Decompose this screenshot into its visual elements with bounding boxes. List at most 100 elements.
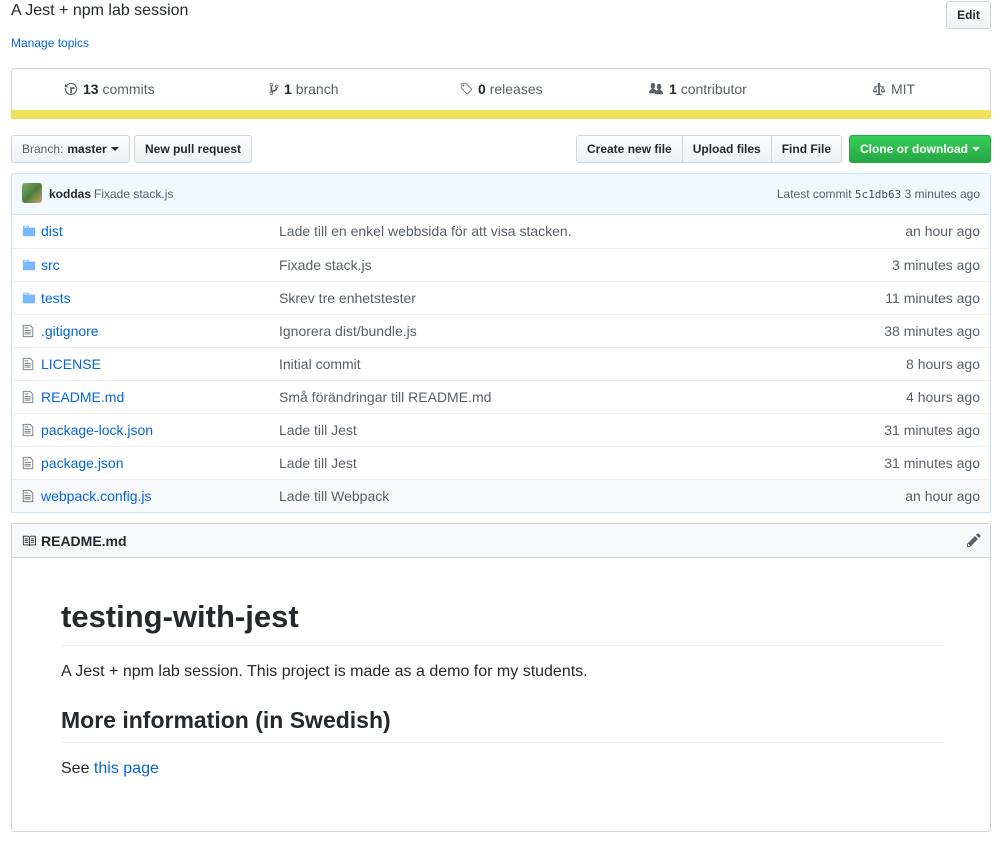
license-label: MIT [891,81,916,97]
file-icon [22,357,34,371]
contributors-link[interactable]: 1 contributor [648,81,747,97]
file-actions-group: Create new file Upload files Find File [576,135,843,163]
latest-commit-info: Latest commit 5c1db63 3 minutes ago [777,187,980,201]
clone-label: Clone or download [860,142,968,156]
file-row: src Fixade stack.js 3 minutes ago [12,248,990,281]
file-age: 11 minutes ago [885,290,980,306]
branch-select-button[interactable]: Branch: master [11,135,130,163]
branches-link[interactable]: 1 branch [269,81,339,97]
book-icon [22,535,36,547]
contributors-label: contributor [680,81,747,97]
commits-label: commits [102,81,155,97]
repo-description: A Jest + npm lab session [11,2,189,19]
file-row: webpack.config.js Lade till Webpack an h… [12,479,990,512]
readme-filename: README.md [41,533,127,549]
latest-commit-prefix: Latest commit [776,187,852,201]
file-name-link[interactable]: dist [41,223,63,239]
file-row: package-lock.json Lade till Jest 31 minu… [12,413,990,446]
file-age: 3 minutes ago [892,257,980,273]
branch-icon [269,82,279,96]
file-name-link[interactable]: README.md [41,389,124,405]
file-age: an hour ago [905,223,980,239]
license-link[interactable]: MIT [872,81,915,97]
file-row: .gitignore Ignorera dist/bundle.js 38 mi… [12,314,990,347]
file-age: an hour ago [905,488,980,504]
law-icon [872,82,886,96]
folder-icon [22,225,36,237]
tag-icon [460,82,473,95]
file-icon [22,456,34,470]
language-bar [11,110,991,119]
branches-label: branch [295,81,339,97]
file-list: dist Lade till en enkel webbsida för att… [11,215,991,513]
people-icon [649,82,663,95]
file-name-link[interactable]: src [41,257,60,273]
file-commit-message[interactable]: Fixade stack.js [279,257,372,273]
file-age: 38 minutes ago [884,323,980,339]
contributors-count: 1 [669,81,677,97]
file-age: 4 hours ago [906,389,980,405]
numbers-summary: 13 commits 1 branch 0 releases 1 contrib… [11,68,991,119]
latest-commit-age: 3 minutes ago [904,187,980,201]
this-page-link[interactable]: this page [94,760,159,777]
caret-down-icon [972,147,980,151]
file-name-link[interactable]: LICENSE [41,356,101,372]
file-commit-message[interactable]: Lade till Jest [279,422,357,438]
edit-button[interactable]: Edit [946,1,991,29]
folder-icon [22,259,36,271]
folder-icon [22,292,36,304]
file-name-link[interactable]: webpack.config.js [41,488,152,504]
releases-count: 0 [478,81,486,97]
readme-intro: A Jest + npm lab session. This project i… [61,663,588,680]
file-commit-message[interactable]: Små förändringar till README.md [279,389,491,405]
commits-count: 13 [83,81,99,97]
file-icon [22,423,34,437]
create-new-file-button[interactable]: Create new file [576,135,683,163]
file-commit-message[interactable]: Skrev tre enhetstester [279,290,416,306]
file-name-link[interactable]: package-lock.json [41,422,153,438]
file-age: 31 minutes ago [884,422,980,438]
releases-link[interactable]: 0 releases [459,81,543,97]
file-icon [22,324,34,338]
file-icon [22,489,34,503]
manage-topics-link[interactable]: Manage topics [11,36,89,50]
file-row: LICENSE Initial commit 8 hours ago [12,347,990,380]
upload-files-button[interactable]: Upload files [681,135,772,163]
readme-content: testing-with-jest A Jest + npm lab sessi… [61,558,943,778]
branch-prefix: Branch: [22,142,64,156]
caret-down-icon [110,147,119,151]
file-age: 8 hours ago [906,356,980,372]
pencil-icon[interactable] [966,532,982,548]
latest-commit-bar: koddas Fixade stack.js Latest commit 5c1… [11,173,991,215]
releases-label: releases [489,81,543,97]
readme-h1: testing-with-jest [61,599,943,646]
file-commit-message[interactable]: Initial commit [279,356,361,372]
readme-see-prefix: See [61,760,94,777]
file-row: package.json Lade till Jest 31 minutes a… [12,446,990,479]
readme-see-paragraph: See this page [61,760,943,778]
new-pull-request-button[interactable]: New pull request [134,135,253,163]
file-commit-message[interactable]: Lade till Jest [279,455,357,471]
commit-message-link[interactable]: Fixade stack.js [94,187,173,201]
readme-box: README.md testing-with-jest A Jest + npm… [11,523,991,832]
file-age: 31 minutes ago [884,455,980,471]
avatar[interactable] [22,183,42,203]
file-commit-message[interactable]: Lade till en enkel webbsida för att visa… [279,223,572,239]
find-file-button[interactable]: Find File [770,135,843,163]
file-icon [22,390,34,404]
file-commit-message[interactable]: Lade till Webpack [279,488,389,504]
clone-or-download-button[interactable]: Clone or download [849,135,991,163]
file-name-link[interactable]: .gitignore [41,323,99,339]
file-row: tests Skrev tre enhetstester 11 minutes … [12,281,990,314]
file-name-link[interactable]: package.json [41,455,124,471]
commit-sha-link[interactable]: 5c1db63 [855,188,901,201]
history-icon [64,82,78,96]
file-row: dist Lade till en enkel webbsida för att… [12,215,990,248]
commits-link[interactable]: 13 commits [64,81,155,97]
commit-author-link[interactable]: koddas [49,187,91,201]
branches-count: 1 [284,81,292,97]
file-name-link[interactable]: tests [41,290,71,306]
file-commit-message[interactable]: Ignorera dist/bundle.js [279,323,417,339]
readme-h2: More information (in Swedish) [61,707,943,743]
branch-name: master [67,142,107,156]
